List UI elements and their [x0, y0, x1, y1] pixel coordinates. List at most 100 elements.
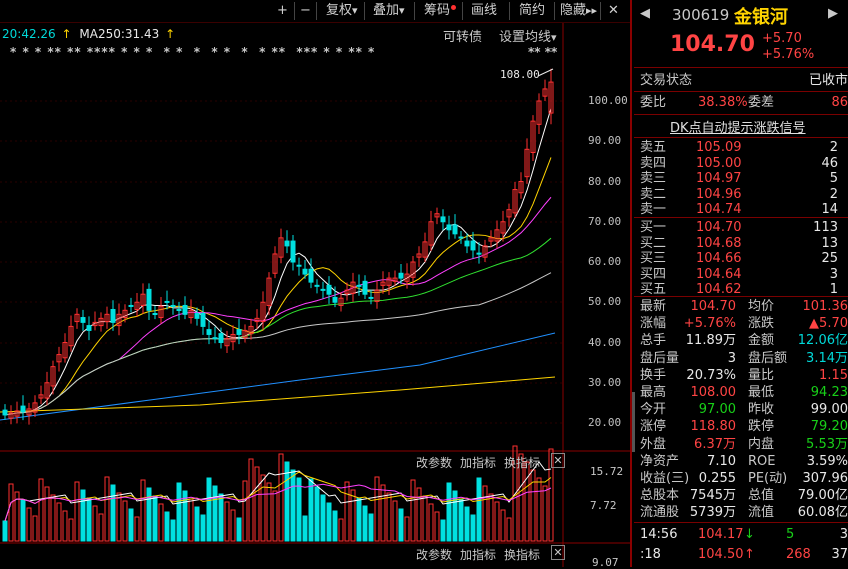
volume-bar[interactable] [153, 496, 157, 541]
volume-bar[interactable] [201, 515, 205, 541]
volume-bar[interactable] [93, 506, 97, 541]
macd-close-icon[interactable]: ✕ [551, 545, 565, 560]
volume-bar[interactable] [363, 506, 367, 541]
volume-bar[interactable] [531, 470, 535, 541]
volume-bar[interactable] [213, 486, 217, 541]
volume-bar[interactable] [393, 501, 397, 541]
volume-bar[interactable] [105, 477, 109, 541]
zoom-out-button[interactable]: − [300, 0, 311, 22]
candle-body[interactable] [207, 330, 211, 335]
volume-bar[interactable] [405, 517, 409, 541]
volume-bar[interactable] [243, 481, 247, 541]
candle-body[interactable] [285, 241, 289, 246]
volume-bar[interactable] [51, 495, 55, 541]
shezhi-junxian-button[interactable]: 设置均线▾ [499, 26, 557, 45]
candle-body[interactable] [81, 318, 85, 323]
candle-body[interactable] [201, 314, 205, 327]
candle-body[interactable] [471, 241, 475, 250]
candle-body[interactable] [171, 305, 175, 306]
volume-bar[interactable] [225, 502, 229, 541]
volume-bar[interactable] [495, 502, 499, 541]
volume-bar[interactable] [249, 459, 253, 541]
volume-bar[interactable] [339, 519, 343, 541]
chouma-button[interactable]: 筹码 [424, 0, 456, 22]
volume-bar[interactable] [369, 514, 373, 541]
candle-body[interactable] [291, 241, 295, 262]
volume-bar[interactable] [165, 512, 169, 541]
volume-bar[interactable] [75, 482, 79, 541]
volume-bar[interactable] [447, 483, 451, 541]
candle-body[interactable] [177, 309, 181, 310]
fuquan-button[interactable]: 复权▾ [326, 0, 358, 22]
candle-body[interactable] [465, 241, 469, 246]
volume-bar[interactable] [321, 495, 325, 541]
volume-bar[interactable] [441, 520, 445, 541]
volume-bar[interactable] [483, 486, 487, 541]
candle-body[interactable] [195, 314, 199, 319]
volume-bar[interactable] [87, 498, 91, 541]
volume-bar[interactable] [21, 500, 25, 541]
volume-bar[interactable] [285, 462, 289, 541]
candle-body[interactable] [87, 326, 91, 331]
volume-bar[interactable] [111, 485, 115, 541]
volume-bar[interactable] [417, 488, 421, 541]
candle-body[interactable] [459, 237, 463, 238]
candle-body[interactable] [297, 265, 301, 266]
candle-body[interactable] [111, 309, 115, 322]
volume-bar[interactable] [117, 493, 121, 541]
huaxian-button[interactable]: 画线 [471, 0, 497, 22]
macd-huanzhibiao-button[interactable]: 换指标 [504, 546, 540, 563]
vol-gaicanshu-button[interactable]: 改参数 [416, 454, 452, 471]
volume-bar[interactable] [33, 516, 37, 541]
candle-body[interactable] [321, 289, 325, 290]
volume-bar[interactable] [123, 501, 127, 541]
volume-bar[interactable] [207, 478, 211, 541]
volume-bar[interactable] [189, 499, 193, 541]
volume-bar[interactable] [315, 487, 319, 541]
volume-bar[interactable] [255, 467, 259, 541]
volume-bar[interactable] [45, 487, 49, 541]
volume-bar[interactable] [423, 496, 427, 541]
candle-body[interactable] [21, 406, 25, 412]
volume-bar[interactable] [303, 516, 307, 541]
volume-bar[interactable] [375, 477, 379, 541]
kline-chart[interactable] [0, 0, 630, 567]
vol-huanzhibiao-button[interactable]: 换指标 [504, 454, 540, 471]
vol-jiazhibiao-button[interactable]: 加指标 [460, 454, 496, 471]
volume-bar[interactable] [129, 509, 133, 541]
candle-body[interactable] [237, 330, 241, 335]
yincang-button[interactable]: 隐藏 [560, 0, 586, 22]
volume-bar[interactable] [57, 503, 61, 541]
candle-body[interactable] [357, 285, 361, 286]
volume-bar[interactable] [69, 519, 73, 541]
candle-body[interactable] [327, 285, 331, 294]
volume-bar[interactable] [387, 493, 391, 541]
candle-body[interactable] [219, 334, 223, 343]
volume-bar[interactable] [171, 520, 175, 541]
candle-body[interactable] [147, 289, 151, 310]
volume-bar[interactable] [333, 511, 337, 541]
jianyue-button[interactable]: 简约 [519, 0, 545, 22]
volume-bar[interactable] [99, 514, 103, 541]
volume-bar[interactable] [267, 483, 271, 541]
volume-bar[interactable] [435, 512, 439, 541]
volume-bar[interactable] [327, 503, 331, 541]
volume-bar[interactable] [279, 454, 283, 541]
volume-bar[interactable] [195, 507, 199, 541]
volume-bar[interactable] [537, 478, 541, 541]
volume-bar[interactable] [135, 517, 139, 541]
next-stock-arrow-icon[interactable]: ▶ [828, 6, 838, 21]
candle-body[interactable] [369, 297, 373, 298]
volume-bar[interactable] [159, 504, 163, 541]
volume-bar[interactable] [147, 488, 151, 541]
dk-signal-link[interactable]: DK点自动提示涨跌信号 [670, 117, 806, 136]
volume-bar[interactable] [231, 510, 235, 541]
volume-bar[interactable] [3, 521, 7, 541]
volume-bar[interactable] [399, 509, 403, 541]
volume-bar[interactable] [525, 462, 529, 541]
candle-body[interactable] [153, 314, 157, 315]
volume-bar[interactable] [501, 510, 505, 541]
candle-body[interactable] [363, 281, 367, 294]
candle-body[interactable] [399, 273, 403, 278]
candle-body[interactable] [333, 297, 337, 302]
